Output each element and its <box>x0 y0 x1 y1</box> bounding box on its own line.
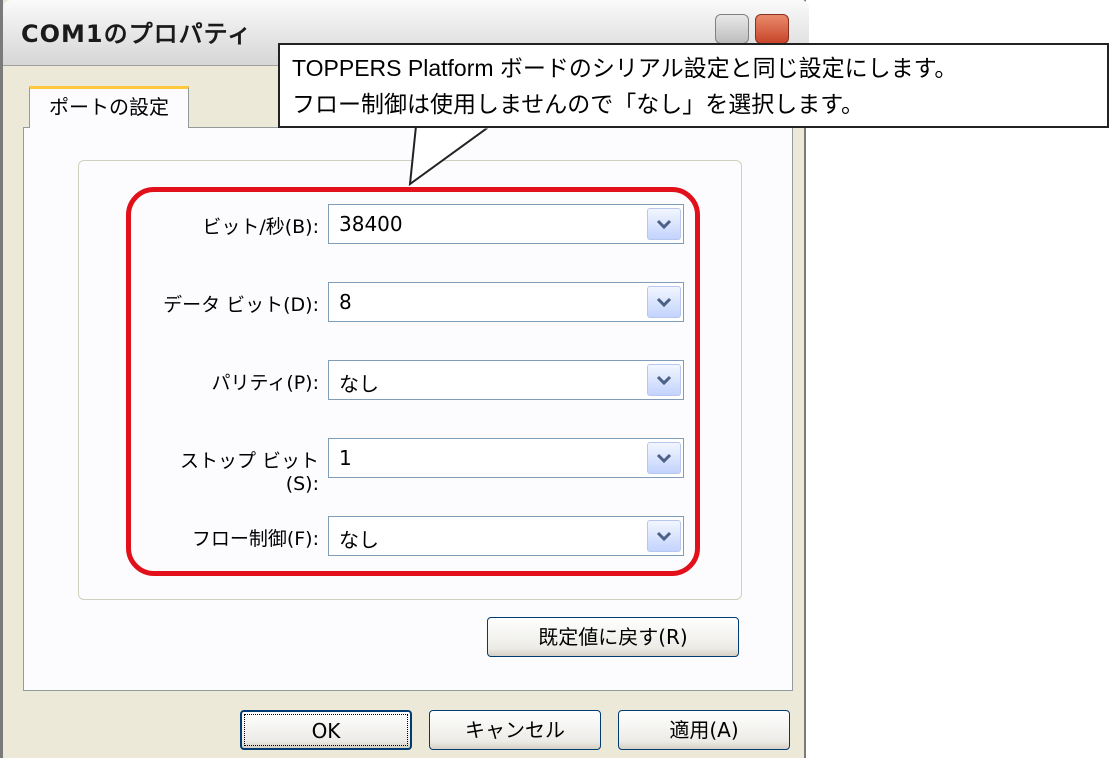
tab-port-settings[interactable]: ポートの設定 <box>29 86 189 128</box>
window-title: COM1のプロパティ <box>21 20 253 48</box>
ok-button[interactable]: OK <box>240 710 412 750</box>
callout-pointer <box>408 126 492 187</box>
callout-line-2: フロー制御は使用しませんので「なし」を選択します。 <box>292 91 865 117</box>
close-button[interactable] <box>755 14 789 44</box>
restore-defaults-button[interactable]: 既定値に戻す(R) <box>487 617 739 657</box>
apply-button[interactable]: 適用(A) <box>618 710 790 750</box>
settings-highlight-frame <box>126 187 700 576</box>
callout-line-1: TOPPERS Platform ボードのシリアル設定と同じ設定にします。 <box>292 55 958 81</box>
help-button[interactable] <box>715 14 749 44</box>
cancel-button[interactable]: キャンセル <box>429 710 601 750</box>
annotation-callout: TOPPERS Platform ボードのシリアル設定と同じ設定にします。 フロ… <box>278 43 1109 128</box>
